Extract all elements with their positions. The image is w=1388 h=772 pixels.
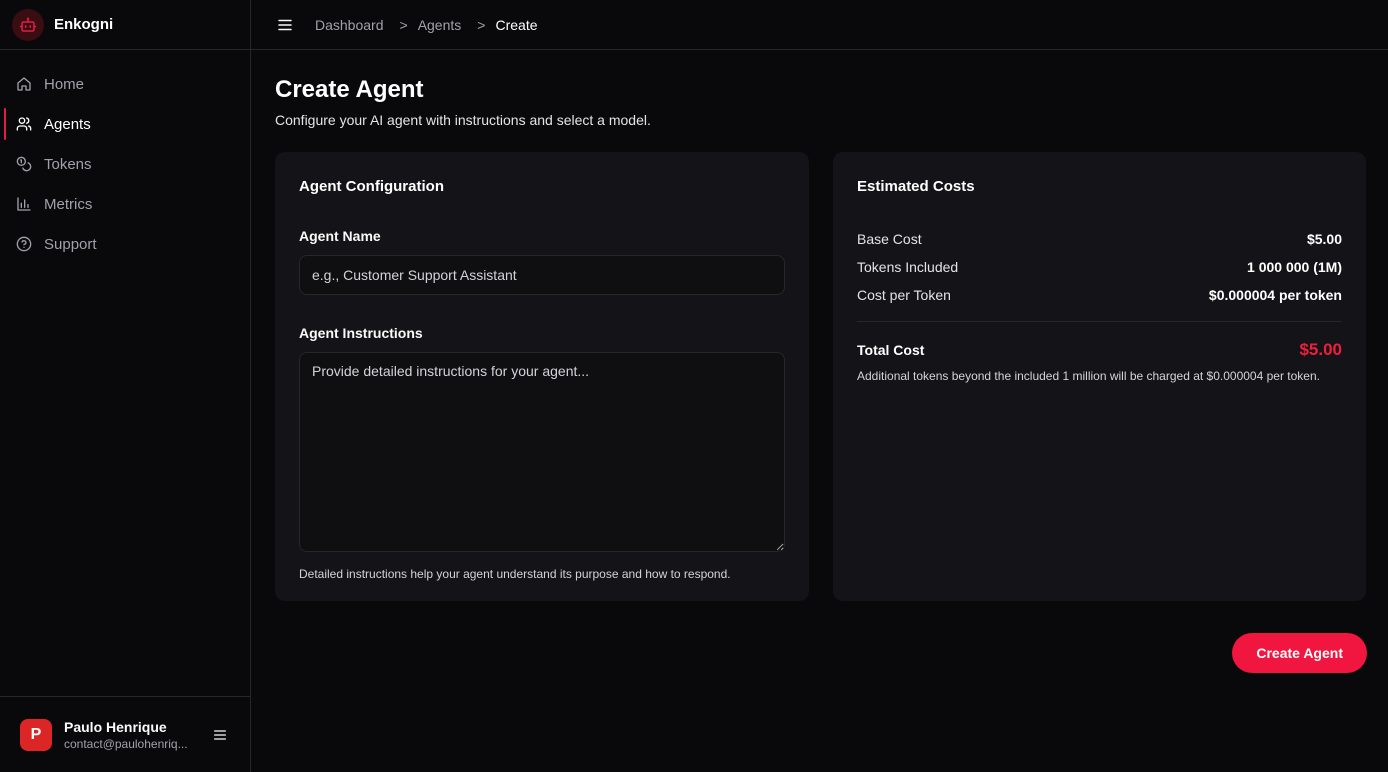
brand[interactable]: Enkogni: [0, 0, 250, 50]
cost-label: Cost per Token: [857, 287, 951, 303]
user-profile: P Paulo Henrique contact@paulohenriq...: [0, 696, 250, 772]
agent-name-label: Agent Name: [299, 228, 381, 244]
breadcrumb-dashboard[interactable]: Dashboard: [315, 17, 384, 33]
cost-label: Tokens Included: [857, 259, 959, 275]
cards-row: Agent Configuration Agent Name Agent Ins…: [275, 152, 1367, 601]
total-note: Additional tokens beyond the included 1 …: [857, 369, 1320, 383]
agent-instructions-textarea[interactable]: [299, 352, 785, 552]
sidebar-item-home[interactable]: Home: [0, 64, 250, 104]
sidebar-item-label: Support: [44, 235, 97, 253]
sidebar-item-label: Agents: [44, 115, 91, 133]
menu-icon: [278, 19, 292, 30]
help-circle-icon: [16, 236, 32, 252]
sidebar-item-agents[interactable]: Agents: [0, 104, 250, 144]
coins-icon: [16, 156, 32, 172]
breadcrumb-separator: >: [477, 16, 486, 33]
user-menu-button[interactable]: [210, 725, 230, 745]
breadcrumb-agents[interactable]: Agents: [418, 17, 462, 33]
sidebar-item-support[interactable]: Support: [0, 224, 250, 264]
estimated-costs-card: Estimated Costs Base Cost $5.00 Tokens I…: [833, 152, 1366, 601]
cost-row-tokens: Tokens Included 1 000 000 (1M): [857, 253, 1342, 281]
sidebar-nav: Home Agents Tokens Metrics Support: [0, 50, 250, 696]
sidebar-toggle-button[interactable]: [275, 15, 295, 35]
cost-row-base: Base Cost $5.00: [857, 225, 1342, 253]
sidebar-item-label: Tokens: [44, 155, 92, 173]
topbar: Dashboard > Agents > Create: [251, 0, 1388, 50]
agent-configuration-card: Agent Configuration Agent Name Agent Ins…: [275, 152, 809, 601]
card-title: Agent Configuration: [299, 178, 444, 195]
sidebar-item-label: Metrics: [44, 195, 93, 213]
divider: [857, 321, 1342, 322]
page-subtitle: Configure your AI agent with instruction…: [275, 112, 651, 128]
page-content: Create Agent Configure your AI agent wit…: [251, 50, 1388, 673]
cost-rows: Base Cost $5.00 Tokens Included 1 000 00…: [857, 225, 1342, 309]
create-agent-button[interactable]: Create Agent: [1232, 633, 1367, 673]
brand-name: Enkogni: [54, 16, 114, 33]
user-email: contact@paulohenriq...: [64, 736, 188, 751]
total-label: Total Cost: [857, 342, 925, 358]
cost-value: 1 000 000 (1M): [1247, 259, 1342, 275]
total-row: Total Cost $5.00: [857, 340, 1342, 360]
sidebar-item-tokens[interactable]: Tokens: [0, 144, 250, 184]
breadcrumb-create: Create: [495, 16, 538, 33]
sidebar-item-label: Home: [44, 75, 85, 93]
instructions-help-text: Detailed instructions help your agent un…: [299, 567, 731, 581]
cost-label: Base Cost: [857, 231, 922, 247]
page-title: Create Agent: [275, 76, 424, 103]
user-info: Paulo Henrique contact@paulohenriq...: [64, 719, 198, 751]
menu-icon: [214, 729, 226, 740]
user-name: Paulo Henrique: [64, 718, 167, 735]
sidebar: Enkogni Home Agents Tokens Metrics Suppo…: [0, 0, 251, 772]
users-icon: [16, 116, 32, 132]
cost-value: $0.000004 per token: [1208, 287, 1342, 303]
breadcrumb: Dashboard > Agents > Create: [315, 17, 538, 33]
avatar: P: [20, 718, 52, 751]
form-actions: Create Agent: [275, 633, 1367, 673]
main-area: Dashboard > Agents > Create Create Agent…: [251, 0, 1388, 772]
app-root: Enkogni Home Agents Tokens Metrics Suppo…: [0, 0, 1388, 772]
card-title: Estimated Costs: [857, 178, 975, 195]
cost-row-per-token: Cost per Token $0.000004 per token: [857, 281, 1342, 309]
agent-instructions-label: Agent Instructions: [299, 325, 423, 341]
sidebar-item-metrics[interactable]: Metrics: [0, 184, 250, 224]
cost-value: $5.00: [1306, 231, 1342, 247]
home-icon: [16, 76, 32, 92]
total-value: $5.00: [1299, 340, 1342, 359]
breadcrumb-separator: >: [399, 16, 408, 33]
bar-chart-icon: [16, 196, 32, 212]
robot-icon: [12, 8, 44, 41]
agent-name-input[interactable]: [299, 255, 785, 295]
